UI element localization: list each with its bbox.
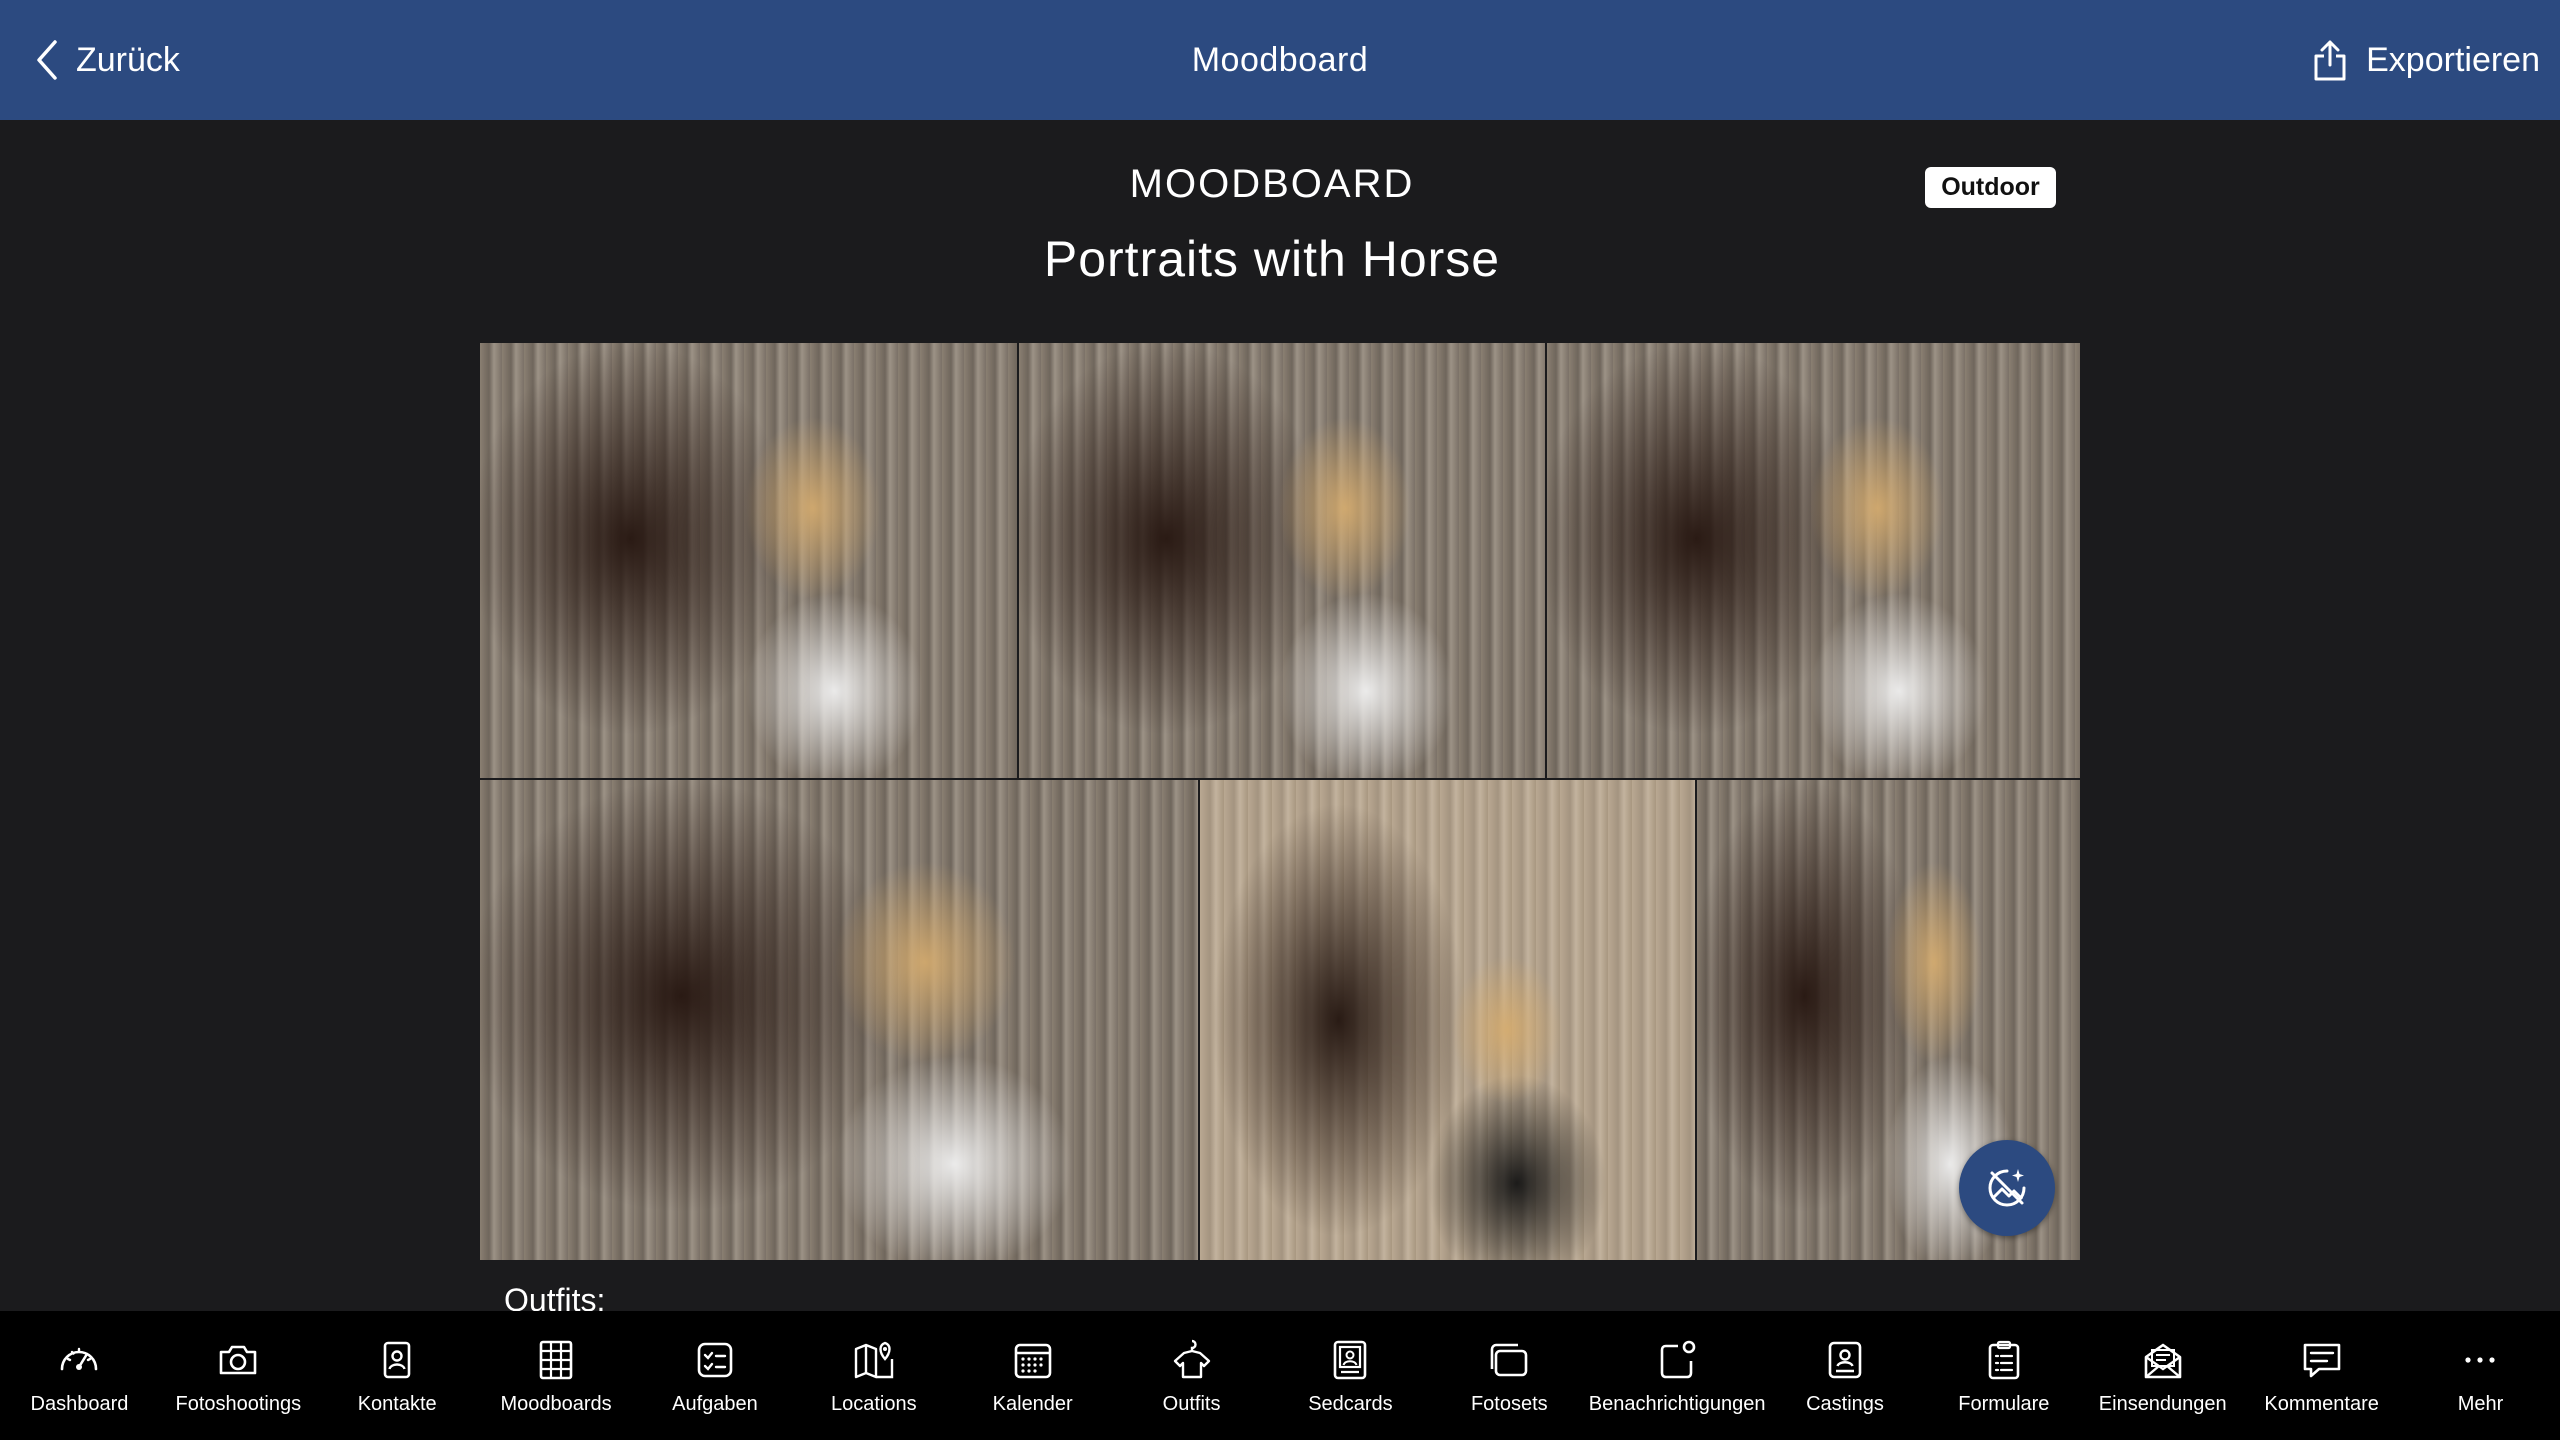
- tab-kontakte[interactable]: Kontakte: [318, 1337, 477, 1416]
- tab-label: Fotosets: [1470, 1393, 1548, 1415]
- tab-label: Aufgaben: [672, 1393, 758, 1415]
- tab-label: Locations: [831, 1393, 917, 1415]
- tab-moodboards[interactable]: Moodboards: [477, 1337, 636, 1416]
- speedometer-icon: [61, 1347, 98, 1371]
- moodboard-image[interactable]: [480, 780, 1198, 1260]
- tab-label: Sedcards: [1308, 1393, 1393, 1415]
- camera-icon: [220, 1345, 257, 1375]
- tab-castings[interactable]: Castings: [1766, 1337, 1925, 1416]
- grid-board-icon: [539, 1340, 573, 1380]
- tab-formulare[interactable]: Formulare: [1924, 1337, 2083, 1416]
- casting-icon: [1828, 1341, 1862, 1379]
- moodboard-image[interactable]: [1019, 343, 1545, 778]
- export-button[interactable]: Exportieren: [2312, 0, 2540, 120]
- envelope-icon: [2144, 1343, 2182, 1379]
- moodboard-image-grid: [480, 343, 2080, 1260]
- tab-benachrichtigungen[interactable]: Benachrichtigungen: [1589, 1337, 1766, 1416]
- export-button-label: Exportieren: [2366, 40, 2540, 79]
- chevron-left-icon: [37, 40, 57, 80]
- tab-label: Moodboards: [500, 1393, 612, 1415]
- share-icon: [2314, 40, 2346, 81]
- more-dots-icon: [2465, 1357, 2496, 1363]
- back-button-label: Zurück: [76, 40, 180, 79]
- clipboard-icon: [1988, 1340, 2020, 1380]
- category-tag: Outdoor: [1925, 167, 2056, 208]
- tab-label: Kommentare: [2264, 1393, 2379, 1415]
- tab-sedcards[interactable]: Sedcards: [1271, 1337, 1430, 1416]
- tab-label: Formulare: [1958, 1393, 2050, 1415]
- tab-kommentare[interactable]: Kommentare: [2242, 1337, 2401, 1416]
- sedcard-icon: [1334, 1340, 1367, 1380]
- moodboard-title: Portraits with Horse: [1043, 231, 1501, 287]
- moodboard-image[interactable]: [480, 343, 1017, 778]
- checklist-icon: [697, 1342, 733, 1378]
- tab-label: Outfits: [1162, 1393, 1221, 1415]
- tab-outfits[interactable]: Outfits: [1112, 1337, 1271, 1416]
- photo-stack-icon: [1491, 1343, 1528, 1377]
- tab-dashboard[interactable]: Dashboard: [0, 1337, 159, 1416]
- tab-fotosets[interactable]: Fotosets: [1430, 1337, 1589, 1416]
- tab-label: Kalender: [992, 1393, 1073, 1415]
- tab-locations[interactable]: Locations: [794, 1337, 953, 1416]
- add-image-button[interactable]: [1959, 1140, 2055, 1236]
- tab-label: Castings: [1806, 1393, 1884, 1415]
- hanger-icon: [1173, 1339, 1210, 1379]
- map-pin-icon: [854, 1341, 894, 1379]
- notification-icon: [1660, 1340, 1696, 1379]
- moodboard-label: MOODBOARD: [1129, 162, 1415, 206]
- tab-fotoshootings[interactable]: Fotoshootings: [159, 1337, 318, 1416]
- tab-label: Dashboard: [30, 1393, 129, 1415]
- moodboard-image[interactable]: [1547, 343, 2080, 778]
- tab-kalender[interactable]: Kalender: [953, 1337, 1112, 1416]
- page-title: Moodboard: [1191, 40, 1369, 79]
- tab-aufgaben[interactable]: Aufgaben: [636, 1337, 795, 1416]
- tab-label: Einsendungen: [2098, 1393, 2227, 1415]
- back-button[interactable]: Zurück: [36, 0, 180, 120]
- image-sparkle-icon: [1988, 1169, 2026, 1207]
- navigation-bar: Zurück Moodboard Exportieren: [0, 0, 2560, 120]
- moodboard-image[interactable]: [1200, 780, 1695, 1260]
- tab-label: Mehr: [2457, 1393, 2504, 1415]
- contact-card-icon: [383, 1341, 411, 1379]
- tab-einsendungen[interactable]: Einsendungen: [2083, 1337, 2242, 1416]
- tab-bar: Dashboard Fotoshootings Kontakte Moodboa…: [0, 1311, 2560, 1440]
- tab-label: Kontakte: [357, 1393, 437, 1415]
- tab-label: Fotoshootings: [175, 1393, 302, 1415]
- tab-label: Benachrichtigungen: [1588, 1393, 1766, 1415]
- comment-icon: [2303, 1343, 2340, 1378]
- tab-mehr[interactable]: Mehr: [2401, 1337, 2560, 1416]
- calendar-icon: [1014, 1343, 1051, 1379]
